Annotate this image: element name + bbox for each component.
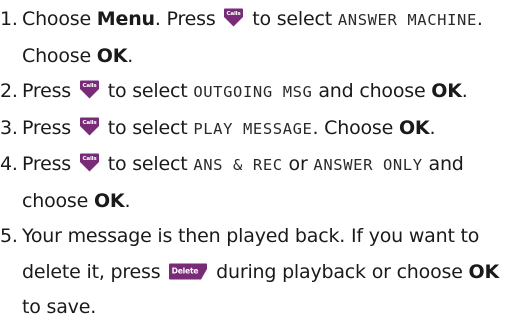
- delete-key-icon: Delete: [168, 263, 208, 280]
- step-text: . Press: [154, 8, 222, 30]
- instruction-list: 1. Choose Menu. Press Calls to select ANS…: [0, 2, 508, 326]
- menu-option-name: OK: [468, 260, 500, 283]
- calls-key-icon: Calls: [79, 153, 100, 172]
- step-text: .: [127, 44, 134, 67]
- step-text: Press: [22, 153, 77, 175]
- step-text: to select: [246, 8, 338, 30]
- calls-key-label: Calls: [227, 11, 242, 17]
- step-text: to save.: [22, 296, 97, 318]
- step-number: 3.: [0, 116, 18, 139]
- menu-option-name: Menu: [96, 8, 155, 30]
- display-text: PLAY MESSAGE: [193, 119, 313, 138]
- instruction-step-5: 5. Your message is then played back. If y…: [0, 219, 508, 326]
- calls-key-icon: Calls: [79, 80, 100, 99]
- step-number: 2.: [0, 80, 18, 102]
- instruction-step-4: 4. Press Calls to select ANS & REC or ANS…: [0, 147, 508, 219]
- menu-option-name: OK: [431, 80, 462, 102]
- step-text: during playback or choose: [210, 260, 469, 283]
- step-text: Press: [22, 80, 77, 102]
- step-text: .: [124, 189, 131, 212]
- instruction-step-3: 3. Press Calls to select PLAY MESSAGE. Ch…: [0, 111, 508, 148]
- delete-key-label: Delete: [172, 266, 199, 275]
- step-text: Press: [22, 116, 77, 139]
- calls-key-label: Calls: [82, 83, 97, 89]
- display-text: OUTGOING MSG: [193, 83, 313, 101]
- instruction-step-2: 2. Press Calls to select OUTGOING MSG and…: [0, 74, 508, 111]
- step-text: . Choose: [312, 116, 399, 139]
- calls-key-icon: Calls: [79, 117, 100, 136]
- display-text: ANS & REC: [193, 156, 283, 174]
- step-text: and choose: [312, 80, 432, 102]
- step-text: .: [461, 80, 468, 102]
- step-number: 4.: [0, 153, 18, 175]
- calls-key-icon: Calls: [223, 8, 244, 27]
- menu-option-name: OK: [398, 116, 430, 139]
- step-text: .: [429, 116, 436, 139]
- display-text: ANSWER MACHINE: [337, 11, 477, 29]
- step-text: to select: [101, 116, 194, 139]
- menu-option-name: OK: [93, 189, 125, 212]
- step-number: 5.: [0, 225, 18, 247]
- calls-key-label: Calls: [82, 156, 97, 162]
- step-text: to select: [101, 80, 194, 102]
- step-number: 1.: [0, 8, 18, 30]
- step-text: to select: [101, 153, 194, 175]
- display-text: ANSWER ONLY: [313, 156, 423, 174]
- step-text: Choose: [22, 8, 97, 30]
- instruction-step-1: 1. Choose Menu. Press Calls to select ANS…: [0, 2, 508, 74]
- menu-option-name: OK: [96, 44, 128, 67]
- step-text: or: [282, 153, 314, 175]
- calls-key-label: Calls: [82, 120, 97, 126]
